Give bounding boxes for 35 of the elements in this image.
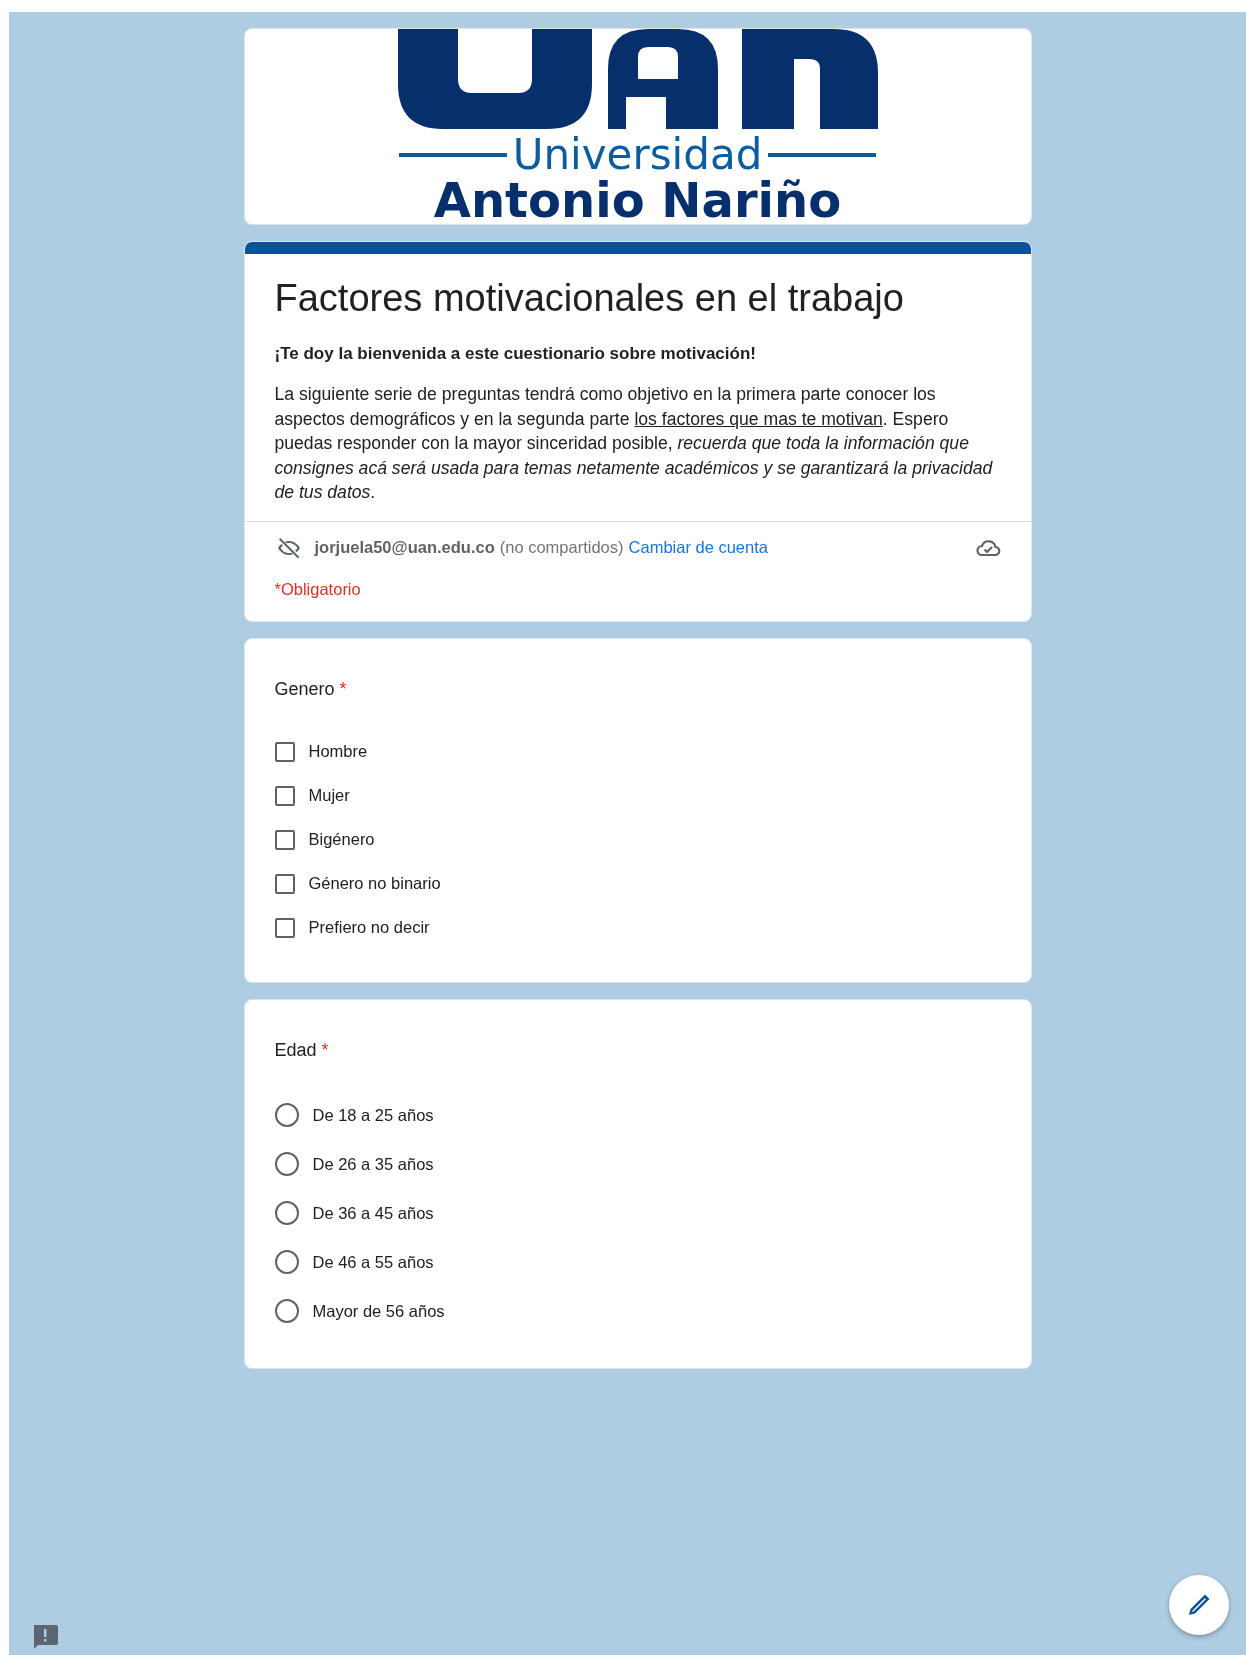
question-title: Edad * bbox=[274, 1039, 330, 1061]
logo-subtitle: Universidad bbox=[512, 133, 763, 177]
option-label: De 36 a 45 años bbox=[312, 1203, 434, 1223]
edit-button[interactable] bbox=[1169, 1575, 1229, 1635]
option-label: Prefiero no decir bbox=[308, 918, 430, 937]
checkbox[interactable] bbox=[274, 873, 295, 894]
account-email: jorjuela50@uan.edu.co bbox=[314, 538, 495, 557]
radio-button[interactable] bbox=[274, 1152, 299, 1176]
option-label: Bigénero bbox=[308, 830, 375, 849]
form-title: Factores motivacionales en el trabajo bbox=[274, 276, 905, 320]
checkbox[interactable] bbox=[274, 785, 295, 806]
option-label: De 18 a 25 años bbox=[312, 1105, 434, 1125]
checkbox[interactable] bbox=[274, 741, 295, 762]
radio-button[interactable] bbox=[274, 1299, 299, 1323]
option-label: Género no binario bbox=[308, 874, 441, 893]
option-label: Mujer bbox=[308, 786, 350, 805]
cloud-check-icon bbox=[974, 537, 1001, 558]
welcome-text: ¡Te doy la bienvenida a este cuestionario sobre motivación! bbox=[274, 344, 757, 364]
feedback-icon[interactable] bbox=[31, 1624, 59, 1650]
radio-button[interactable] bbox=[274, 1201, 299, 1225]
checkbox[interactable] bbox=[274, 829, 295, 850]
description-text: La siguiente serie de preguntas tendrá como objetivo en la primera parte conocer los aspectos demográficos y en la segunda parte los factores que mas te motivan. Espero puedas responder con la mayor sinceridad posible, recuerda que toda la información que consignes acá será usada para temas netamente académicos y se garantizará la privacidad de tus datos. bbox=[274, 383, 994, 504]
option-label: De 26 a 35 años bbox=[312, 1154, 434, 1174]
logo-name: Antonio Nariño bbox=[433, 175, 842, 224]
required-note: *Obligatorio bbox=[274, 579, 361, 599]
radio-button[interactable] bbox=[274, 1103, 299, 1127]
option-label: De 46 a 55 años bbox=[312, 1252, 434, 1272]
pencil-icon bbox=[1186, 1592, 1212, 1618]
option-label: Mayor de 56 años bbox=[312, 1301, 445, 1321]
option-label: Hombre bbox=[308, 742, 368, 761]
sharing-note: (no compartidos) bbox=[499, 538, 624, 557]
radio-button[interactable] bbox=[274, 1250, 299, 1274]
question-title: Genero * bbox=[274, 678, 348, 700]
switch-account-link[interactable]: Cambiar de cuenta bbox=[628, 538, 768, 557]
checkbox[interactable] bbox=[274, 917, 295, 938]
